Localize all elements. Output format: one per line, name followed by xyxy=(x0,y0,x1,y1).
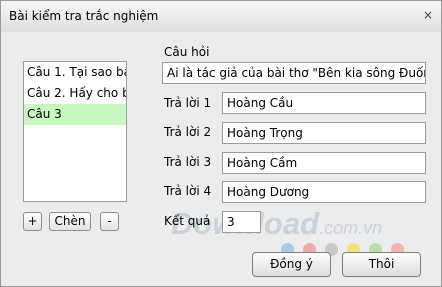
cancel-button[interactable]: Thôi xyxy=(342,252,421,277)
ok-button[interactable]: Đồng ý xyxy=(252,252,331,277)
title-bar: Bài kiểm tra trắc nghiệm × xyxy=(1,1,441,32)
answer-2-input[interactable]: Hoàng Trọng xyxy=(222,122,426,144)
window-title: Bài kiểm tra trắc nghiệm xyxy=(9,9,159,23)
question-label: Câu hỏi xyxy=(164,45,210,59)
result-label: Kết quả xyxy=(164,214,211,228)
answer-4-label: Trả lời 4 xyxy=(164,184,212,198)
question-input[interactable]: Ai là tác giả của bài thơ "Bên kia sông … xyxy=(162,62,426,84)
answer-1-input[interactable]: Hoàng Cầu xyxy=(222,92,426,114)
close-icon[interactable]: × xyxy=(421,8,435,22)
answer-4-input[interactable]: Hoàng Dương xyxy=(222,181,426,203)
list-item-question-2[interactable]: Câu 2. Hấy cho bi xyxy=(24,83,126,104)
answer-3-label: Trả lời 3 xyxy=(164,155,212,169)
add-question-button[interactable]: + xyxy=(23,212,42,231)
list-item-question-3[interactable]: Câu 3 xyxy=(24,104,126,125)
insert-question-button[interactable]: Chèn xyxy=(49,212,91,231)
list-item-question-1[interactable]: Câu 1. Tại sao bầ xyxy=(24,62,126,83)
dialog-window: Bài kiểm tra trắc nghiệm × Câu 1. Tại sa… xyxy=(0,0,442,287)
remove-question-button[interactable]: - xyxy=(100,212,119,231)
answer-2-label: Trả lời 2 xyxy=(164,125,212,139)
question-list[interactable]: Câu 1. Tại sao bầ Câu 2. Hấy cho bi Câu … xyxy=(23,61,127,202)
answer-1-label: Trả lời 1 xyxy=(164,96,212,110)
result-input[interactable]: 3 xyxy=(222,211,261,233)
answer-3-input[interactable]: Hoàng Cầm xyxy=(222,152,426,174)
